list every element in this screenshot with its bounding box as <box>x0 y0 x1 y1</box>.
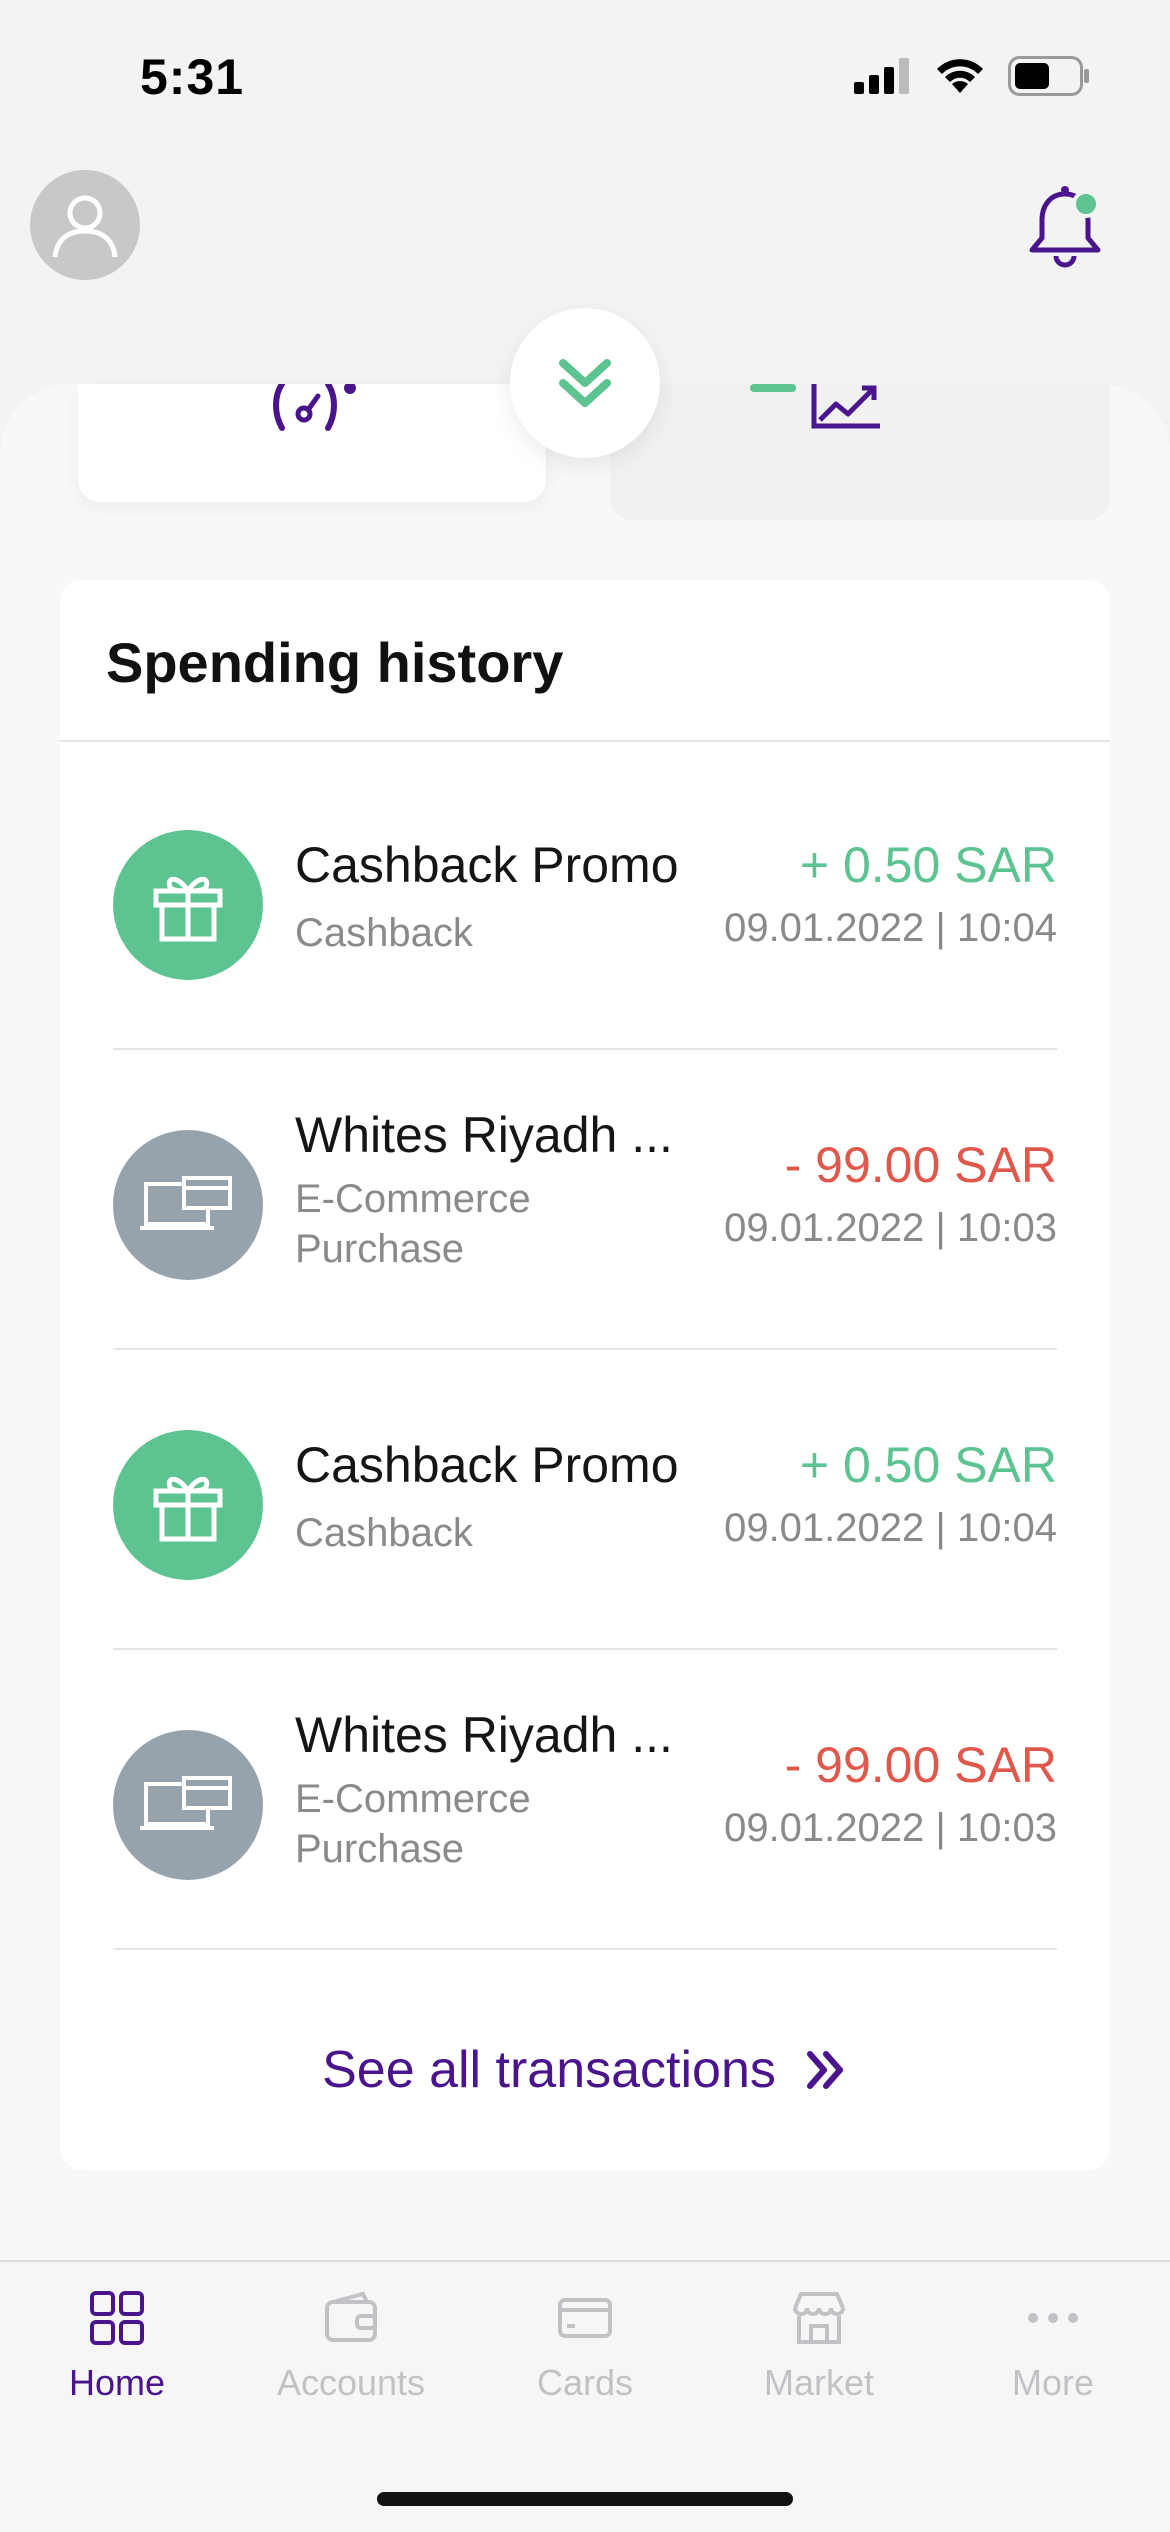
user-icon <box>52 195 118 258</box>
profile-avatar[interactable] <box>30 170 140 280</box>
spending-history-title: Spending history <box>106 631 564 694</box>
transaction-amount: + 0.50 SAR <box>799 837 1057 893</box>
wifi-icon <box>937 59 983 93</box>
transaction-datetime: 09.01.2022 | 10:03 <box>724 1806 1057 1850</box>
transaction-amount: - 99.00 SAR <box>784 1737 1057 1793</box>
transaction-row[interactable]: Cashback Promo Cashback + 0.50 SAR 09.01… <box>113 1350 1057 1650</box>
chart-line-icon <box>811 384 880 429</box>
status-time: 5:31 <box>140 49 245 105</box>
transaction-icon <box>113 1730 263 1880</box>
transaction-category: Cashback <box>295 911 473 955</box>
tab-cards[interactable]: Cards <box>468 2290 702 2404</box>
transaction-datetime: 09.01.2022 | 10:04 <box>724 1506 1057 1550</box>
gift-icon <box>153 876 223 942</box>
transaction-name: Cashback Promo <box>295 837 679 893</box>
home-indicator <box>377 2492 793 2506</box>
tab-label: Market <box>763 2362 875 2403</box>
transaction-category: E-Commerce Purchase <box>295 1177 531 1271</box>
transaction-datetime: 09.01.2022 | 10:03 <box>724 1206 1057 1250</box>
transaction-amount: + 0.50 SAR <box>799 1437 1057 1493</box>
gauge-icon <box>273 384 356 431</box>
grid-icon <box>90 2291 144 2345</box>
card-payment-icon <box>140 1776 232 1830</box>
collapse-button[interactable] <box>510 308 660 458</box>
store-icon <box>793 2292 845 2344</box>
transaction-row[interactable]: Whites Riyadh ... E-Commerce Purchase - … <box>113 1050 1057 1350</box>
quick-action-card-left[interactable] <box>78 384 546 502</box>
see-all-transactions-link[interactable]: See all transactions <box>60 2040 1110 2100</box>
spending-history-card: Spending history Cashback Promo Cashback… <box>60 580 1110 2170</box>
more-dots-icon <box>1028 2313 1078 2323</box>
tab-label: Accounts <box>276 2362 426 2403</box>
tab-label: More <box>1011 2362 1095 2403</box>
cellular-signal-icon <box>854 58 909 94</box>
notifications-button[interactable] <box>1020 182 1110 272</box>
transaction-category: E-Commerce Purchase <box>295 1777 531 1871</box>
wallet-icon <box>325 2291 377 2342</box>
card-payment-icon <box>140 1176 232 1230</box>
status-bar: 5:31 <box>0 0 1170 150</box>
transaction-amount: - 99.00 SAR <box>784 1137 1057 1193</box>
row-divider <box>113 1948 1057 1950</box>
transaction-name: Whites Riyadh ... <box>295 1707 673 1763</box>
tab-label: Cards <box>536 2362 634 2403</box>
quick-action-card-right[interactable] <box>610 384 1110 520</box>
transaction-category: Cashback <box>295 1511 473 1555</box>
transaction-row[interactable]: Whites Riyadh ... E-Commerce Purchase - … <box>113 1650 1057 1950</box>
status-icons <box>854 56 1090 96</box>
transaction-icon <box>113 1130 263 1280</box>
transaction-datetime: 09.01.2022 | 10:04 <box>724 906 1057 950</box>
transaction-icon <box>113 830 263 980</box>
card-icon <box>558 2298 612 2338</box>
double-chevron-right-icon <box>806 2051 843 2089</box>
active-indicator <box>750 384 796 392</box>
transaction-name: Cashback Promo <box>295 1437 679 1493</box>
tab-label: Home <box>68 2362 166 2403</box>
bell-icon <box>1029 186 1101 268</box>
tab-accounts[interactable]: Accounts <box>234 2290 468 2404</box>
transaction-row[interactable]: Cashback Promo Cashback + 0.50 SAR 09.01… <box>113 750 1057 1050</box>
tab-more[interactable]: More <box>936 2290 1170 2404</box>
gift-icon <box>153 1476 223 1542</box>
tab-market[interactable]: Market <box>702 2290 936 2404</box>
double-chevron-down-icon <box>559 359 611 407</box>
tab-home[interactable]: Home <box>0 2290 234 2404</box>
transaction-icon <box>113 1430 263 1580</box>
divider <box>60 740 1110 742</box>
battery-icon <box>1008 56 1089 96</box>
see-all-label: See all transactions <box>322 2041 776 2099</box>
transaction-name: Whites Riyadh ... <box>295 1107 673 1163</box>
